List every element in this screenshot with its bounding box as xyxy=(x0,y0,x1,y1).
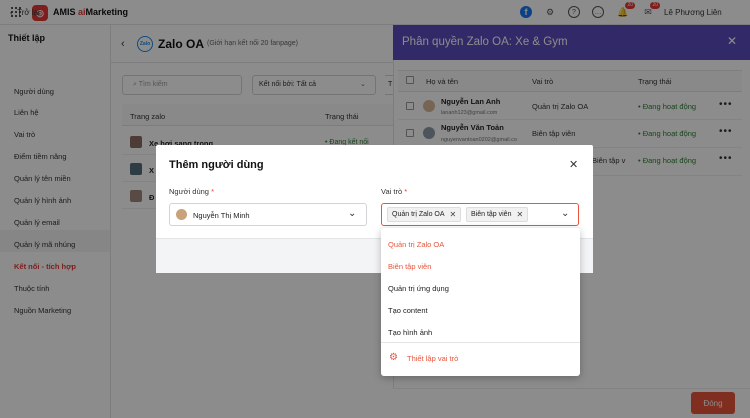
role-settings-link[interactable]: Thiết lập vai trò xyxy=(407,354,458,363)
role-option[interactable]: Quản trị Zalo OA xyxy=(388,240,444,249)
role-field-label: Vai trò * xyxy=(381,187,408,196)
role-option[interactable]: Tạo hình ảnh xyxy=(388,328,432,337)
role-tag: Biên tập viên ✕ xyxy=(466,207,529,222)
role-tag: Quản trị Zalo OA ✕ xyxy=(387,207,462,222)
user-field-label: Người dùng * xyxy=(169,187,214,196)
modal-title: Thêm người dùng xyxy=(169,159,264,171)
selected-user: Nguyễn Thị Minh xyxy=(193,211,250,220)
role-option[interactable]: Tạo content xyxy=(388,306,428,315)
remove-tag-icon[interactable]: ✕ xyxy=(516,210,523,219)
avatar xyxy=(176,209,187,220)
divider xyxy=(381,342,580,343)
remove-tag-icon[interactable]: ✕ xyxy=(450,210,457,219)
role-option[interactable]: Biên tập viên xyxy=(388,262,431,271)
chevron-down-icon[interactable]: ⌄ xyxy=(561,208,569,219)
chevron-down-icon[interactable]: ⌄ xyxy=(348,208,356,219)
modal-close-icon[interactable]: ✕ xyxy=(569,158,578,171)
role-option[interactable]: Quản trị ứng dụng xyxy=(388,284,449,293)
gear-icon[interactable]: ⚙ xyxy=(389,352,398,363)
